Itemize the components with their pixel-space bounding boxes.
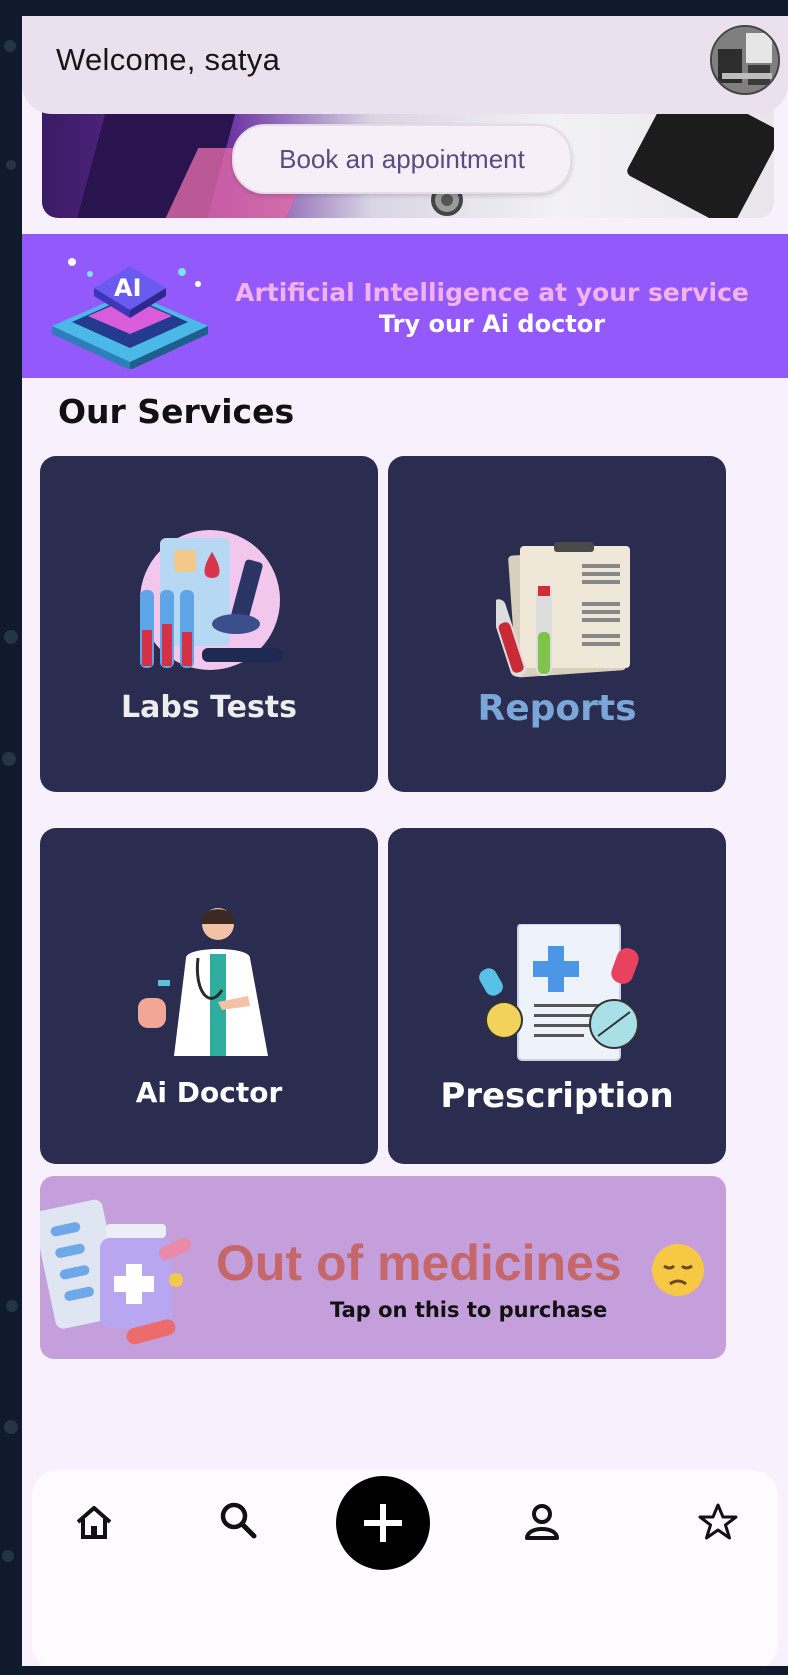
- out-of-medicines-subtitle: Tap on this to purchase: [330, 1298, 608, 1322]
- service-card-reports[interactable]: Reports: [388, 456, 726, 792]
- profile-icon[interactable]: [522, 1502, 562, 1542]
- lab-tests-icon: [140, 530, 282, 670]
- background-dot: [2, 1550, 14, 1562]
- welcome-text: Welcome, satya: [56, 42, 281, 77]
- service-card-lab-tests[interactable]: Labs Tests: [40, 456, 378, 792]
- background-dot: [6, 160, 16, 170]
- background-dot: [6, 1300, 18, 1312]
- search-icon[interactable]: [218, 1500, 258, 1540]
- book-appointment-button[interactable]: Book an appointment: [232, 124, 572, 194]
- services-title: Our Services: [58, 392, 295, 431]
- add-button[interactable]: [336, 1476, 430, 1570]
- service-card-prescription[interactable]: Prescription: [388, 828, 726, 1164]
- ai-doctor-banner[interactable]: AI Artificial Intelligence at your servi…: [22, 234, 788, 378]
- service-card-label: Reports: [477, 688, 637, 729]
- service-card-label: Prescription: [440, 1076, 674, 1116]
- svg-text:AI: AI: [114, 274, 142, 302]
- prescription-icon: [479, 924, 639, 1061]
- ai-doctor-icon: [138, 908, 268, 1056]
- service-card-label: Labs Tests: [120, 690, 297, 725]
- avatar[interactable]: [710, 25, 780, 95]
- ai-chip-icon: AI: [52, 258, 208, 369]
- background-dot: [4, 630, 18, 644]
- ai-banner-subline: Try our Ai doctor: [378, 310, 606, 338]
- app-screen: Welcome, satya Book an appointment AI Ar…: [22, 16, 788, 1666]
- service-card-ai-doctor[interactable]: Ai Doctor: [40, 828, 378, 1164]
- service-card-label: Ai Doctor: [135, 1076, 283, 1109]
- home-icon[interactable]: [74, 1502, 114, 1542]
- header: Welcome, satya: [22, 16, 788, 114]
- background-dot: [2, 752, 16, 766]
- pensive-face-icon: [652, 1244, 704, 1296]
- clipboard-decoration: [625, 108, 774, 218]
- ai-banner-headline: Artificial Intelligence at your service: [235, 278, 749, 307]
- out-of-medicines-banner[interactable]: Out of medicines Tap on this to purchase: [40, 1176, 726, 1359]
- background-dot: [4, 1420, 18, 1434]
- add-icon: [364, 1504, 402, 1542]
- reports-icon: [496, 542, 630, 678]
- medicines-icon: [40, 1199, 192, 1345]
- background-dot: [4, 40, 16, 52]
- avatar-photo-icon: [712, 27, 778, 93]
- star-icon[interactable]: [698, 1502, 738, 1542]
- out-of-medicines-title: Out of medicines: [216, 1235, 622, 1291]
